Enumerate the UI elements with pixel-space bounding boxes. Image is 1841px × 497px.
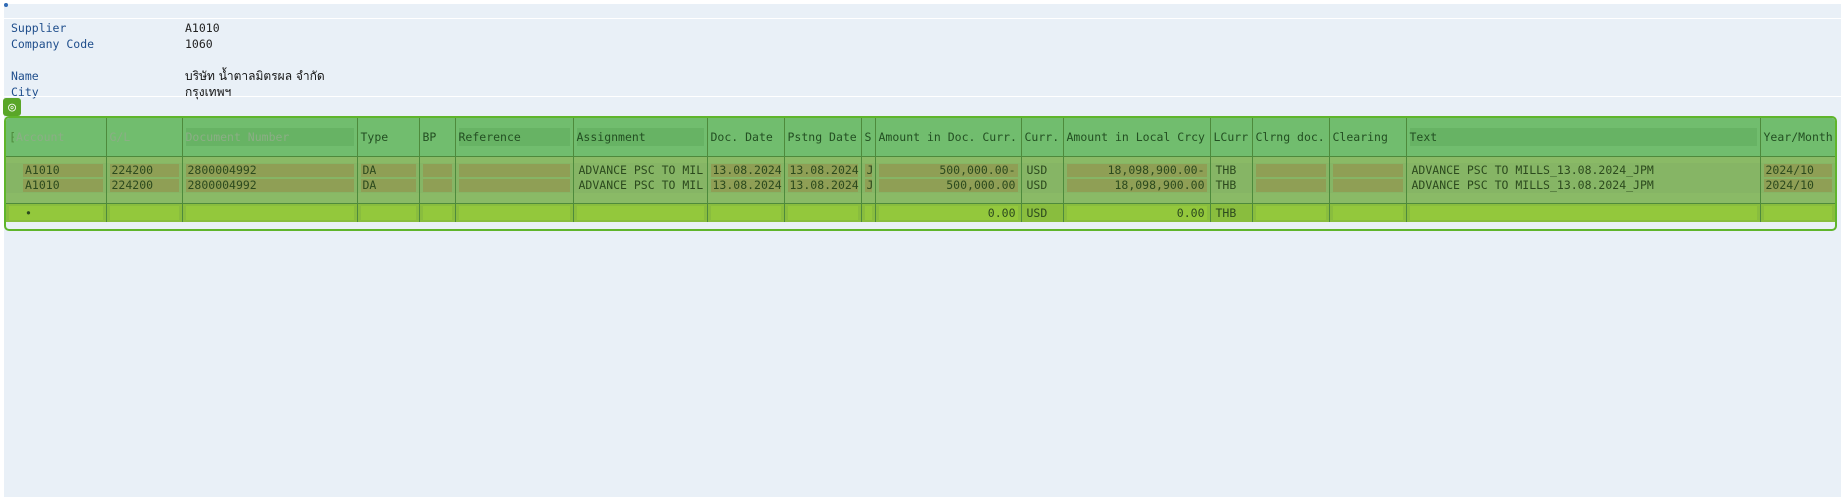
cell-doc-date[interactable]: 13.08.2024 [707,178,785,193]
total-curr: USD [1021,203,1064,222]
table-row[interactable]: A1010 224200 2800004992 DA ADVANCE PSC T… [6,163,1835,178]
column-header-text[interactable]: Text [1406,118,1761,157]
cell-account[interactable]: A1010 [6,178,107,193]
column-header-doc-date[interactable]: Doc. Date [707,118,785,157]
column-header-pstng-date[interactable]: Pstng Date [784,118,862,157]
column-header-s[interactable]: S [861,118,876,157]
cell-text[interactable]: ADVANCE PSC TO MILLS_13.08.2024_JPM [1406,178,1761,193]
cell-pstng-date[interactable]: 13.08.2024 [784,178,862,193]
table-row[interactable]: A1010 224200 2800004992 DA ADVANCE PSC T… [6,178,1835,193]
column-header-lcurr[interactable]: LCurr [1210,118,1253,157]
total-row[interactable]: • 0.00 USD 0.00 THB [6,203,1835,222]
column-header-gl[interactable]: G/L [106,118,183,157]
total-amount-local: 0.00 [1063,203,1211,222]
name-label: Name [11,69,39,83]
column-header-bp[interactable]: BP [419,118,456,157]
cell-clrng-doc[interactable] [1252,178,1330,193]
cell-clearing[interactable] [1329,163,1407,178]
target-circle-icon[interactable]: ◎ [3,98,21,116]
total-lcurr: THB [1210,203,1253,222]
cell-s[interactable]: J [861,163,876,178]
cell-bp[interactable] [419,163,456,178]
column-header-reference[interactable]: Reference [455,118,574,157]
status-dot [4,3,8,7]
cell-gl[interactable]: 224200 [106,163,183,178]
cell-doc-number[interactable]: 2800004992 [182,163,358,178]
section-divider [4,96,1841,97]
cell-doc-date[interactable]: 13.08.2024 [707,163,785,178]
line-items-table: ⁅Account G/L Document Number Type BP Ref… [6,118,1835,222]
column-header-amount-doc[interactable]: Amount in Doc. Curr. [875,118,1022,157]
cell-reference[interactable] [455,178,574,193]
cell-bp[interactable] [419,178,456,193]
column-header-amount-local[interactable]: Amount in Local Crcy [1063,118,1211,157]
table-gap [6,193,1835,204]
supplier-value: A1010 [185,21,220,35]
cell-lcurr[interactable]: THB [1210,163,1253,178]
cell-clrng-doc[interactable] [1252,163,1330,178]
column-header-assignment[interactable]: Assignment [573,118,708,157]
cell-doc-number[interactable]: 2800004992 [182,178,358,193]
cell-year-month[interactable]: 2024/10 [1760,178,1835,193]
table-header: ⁅Account G/L Document Number Type BP Ref… [6,118,1835,157]
total-amount-doc: 0.00 [875,203,1022,222]
column-header-clearing[interactable]: Clearing [1329,118,1407,157]
cell-type[interactable]: DA [357,178,420,193]
company-code-label: Company Code [11,37,95,51]
cell-text[interactable]: ADVANCE PSC TO MILLS_13.08.2024_JPM [1406,163,1761,178]
cell-pstng-date[interactable]: 13.08.2024 [784,163,862,178]
supplier-label: Supplier [11,21,67,35]
column-header-clrng-doc[interactable]: Clrng doc. [1252,118,1330,157]
total-marker: • [6,203,107,222]
company-code-value: 1060 [185,37,213,51]
cell-lcurr[interactable]: THB [1210,178,1253,193]
column-header-type[interactable]: Type [357,118,420,157]
alv-grid: ⁅Account G/L Document Number Type BP Ref… [4,116,1837,231]
header-divider [4,18,1841,19]
cell-gl[interactable]: 224200 [106,178,183,193]
cell-assignment[interactable]: ADVANCE PSC TO MIL [573,178,708,193]
cell-reference[interactable] [455,163,574,178]
column-header-account[interactable]: ⁅Account [6,118,107,157]
cell-account[interactable]: A1010 [6,163,107,178]
cell-amount-doc[interactable]: 500,000.00- [875,163,1022,178]
cell-amount-doc[interactable]: 500,000.00 [875,178,1022,193]
city-value: กรุงเทพฯ [185,85,232,99]
column-header-curr[interactable]: Curr. [1021,118,1064,157]
cell-curr[interactable]: USD [1021,163,1064,178]
column-header-year-month[interactable]: Year/Month [1760,118,1835,157]
cell-curr[interactable]: USD [1021,178,1064,193]
cell-s[interactable]: J [861,178,876,193]
cell-amount-local[interactable]: 18,098,900.00- [1063,163,1211,178]
column-header-document-number[interactable]: Document Number [182,118,358,157]
cell-year-month[interactable]: 2024/10 [1760,163,1835,178]
cell-clearing[interactable] [1329,178,1407,193]
cell-assignment[interactable]: ADVANCE PSC TO MIL [573,163,708,178]
cell-type[interactable]: DA [357,163,420,178]
cell-amount-local[interactable]: 18,098,900.00 [1063,178,1211,193]
